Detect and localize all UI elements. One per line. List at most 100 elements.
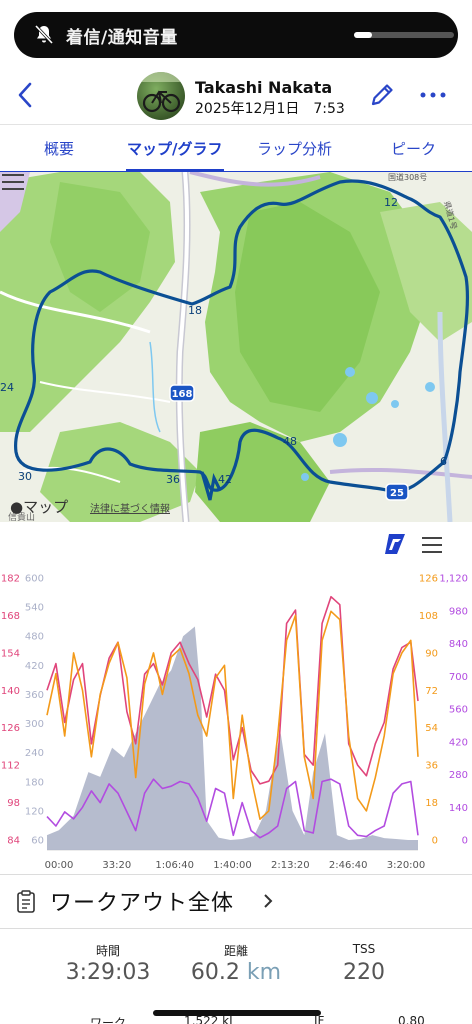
clipboard-icon: [17, 890, 35, 913]
route-km-marker: 12: [384, 196, 398, 209]
cadence-point: [366, 810, 367, 811]
elevation-point: [183, 636, 184, 637]
tab-lap-analysis[interactable]: ラップ分析: [257, 138, 332, 159]
elevation-point: [194, 626, 195, 627]
tab-map-graph[interactable]: マップ/グラフ: [127, 138, 222, 159]
heart_rate-point: [259, 783, 260, 784]
cadence-point: [46, 715, 47, 716]
cadence-point: [401, 652, 402, 653]
elevation-point: [372, 835, 373, 836]
x-tick-label: 3:20:00: [387, 860, 426, 871]
power-point: [401, 783, 402, 784]
heart_rate-point: [384, 722, 385, 723]
cadence-point: [304, 756, 305, 757]
heart_rate-point: [277, 765, 278, 766]
power-point: [126, 811, 127, 812]
heart_rate-point: [55, 663, 56, 664]
elevation-tick-label: 600: [25, 574, 44, 585]
pencil-icon[interactable]: [367, 80, 397, 110]
power-point: [366, 836, 367, 837]
power-tick-label: 280: [449, 770, 468, 781]
cadence-point: [162, 694, 163, 695]
cadence-point: [100, 694, 101, 695]
apple-logo-icon: ●: [10, 498, 24, 516]
cadence-point: [384, 735, 385, 736]
tab-bar: 概要 マップ/グラフ ラップ分析 ピーク: [0, 124, 472, 172]
tab-peak[interactable]: ピーク: [391, 138, 436, 159]
heart_rate-tick-label: 154: [1, 648, 20, 659]
heart_rate-point: [330, 596, 331, 597]
avatar[interactable]: [137, 72, 185, 120]
map-layers-menu-icon[interactable]: [0, 172, 26, 192]
bicycle-photo-icon: [137, 72, 185, 113]
cadence-point: [277, 735, 278, 736]
power-point: [410, 781, 411, 782]
cadence-point: [171, 656, 172, 657]
heart_rate-point: [162, 684, 163, 685]
heart_rate-point: [417, 700, 418, 701]
heart_rate-point: [82, 663, 83, 664]
x-tick-label: 1:06:40: [155, 860, 194, 871]
heart_rate-point: [180, 642, 181, 643]
heart_rate-point: [91, 743, 92, 744]
route-shield-label: 168: [172, 389, 193, 400]
if-value: 0.80: [398, 1014, 425, 1024]
route-km-marker: 6: [440, 455, 447, 468]
elevation-point: [112, 747, 113, 748]
heart_rate-point: [135, 743, 136, 744]
power-point: [295, 781, 296, 782]
stat-duration-value: 3:29:03: [65, 960, 151, 985]
cadence-point: [233, 798, 234, 799]
tab-overview[interactable]: 概要: [44, 138, 74, 159]
power-tick-label: 420: [449, 737, 468, 748]
power-point: [188, 783, 189, 784]
trainingpeaks-logo-icon[interactable]: [383, 532, 407, 556]
route-km-marker: 48: [283, 435, 297, 448]
heart_rate-tick-label: 126: [1, 723, 20, 734]
heart_rate-tick-label: 98: [7, 798, 20, 809]
elevation-point: [292, 810, 293, 811]
elevation-tick-label: 360: [25, 690, 44, 701]
cadence-tick-label: 36: [425, 761, 438, 772]
heart_rate-point: [286, 623, 287, 624]
chart-menu-icon[interactable]: [421, 536, 443, 554]
heart_rate-point: [295, 610, 296, 611]
power-tick-label: 140: [449, 803, 468, 814]
elevation-tick-label: 60: [31, 836, 44, 847]
heart_rate-tick-label: 112: [1, 761, 20, 772]
x-tick-label: 2:46:40: [329, 860, 368, 871]
cadence-tick-label: 90: [425, 648, 438, 659]
cadence-point: [55, 673, 56, 674]
stat-tss-label: TSS: [352, 942, 376, 956]
maps-attribution: ●マップ: [10, 498, 69, 516]
route-map[interactable]: 168 25 国道308号 県道1号 信貴山 12 18 24 30 36 42…: [0, 172, 472, 522]
elevation-tick-label: 240: [25, 748, 44, 759]
cadence-point: [206, 735, 207, 736]
power-point: [91, 790, 92, 791]
cadence-tick-label: 108: [419, 611, 438, 622]
elevation-point: [324, 733, 325, 734]
cadence-point: [339, 619, 340, 620]
cadence-point: [144, 683, 145, 684]
elevation-point: [135, 733, 136, 734]
cadence-point: [286, 640, 287, 641]
heart_rate-point: [357, 765, 358, 766]
power-point: [64, 811, 65, 812]
more-options-icon[interactable]: [418, 82, 448, 108]
activity-graph[interactable]: 8498112126140154168182601201802403003604…: [0, 568, 472, 874]
power-tick-label: 840: [449, 639, 468, 650]
activity-datetime: 2025年12月1日 7:53: [195, 101, 345, 117]
elevation-point: [242, 838, 243, 839]
x-tick-label: 33:20: [102, 860, 131, 871]
elevation-point: [384, 838, 385, 839]
heart_rate-point: [268, 781, 269, 782]
back-chevron-icon[interactable]: [12, 78, 40, 112]
heart_rate-point: [313, 765, 314, 766]
volume-slider[interactable]: [354, 32, 454, 38]
legal-link[interactable]: 法律に基づく情報: [90, 500, 170, 515]
heart_rate-point: [109, 658, 110, 659]
workout-selector[interactable]: ワークアウト全体: [0, 874, 472, 928]
elevation-point: [46, 835, 47, 836]
power-point: [109, 783, 110, 784]
power-point: [251, 830, 252, 831]
